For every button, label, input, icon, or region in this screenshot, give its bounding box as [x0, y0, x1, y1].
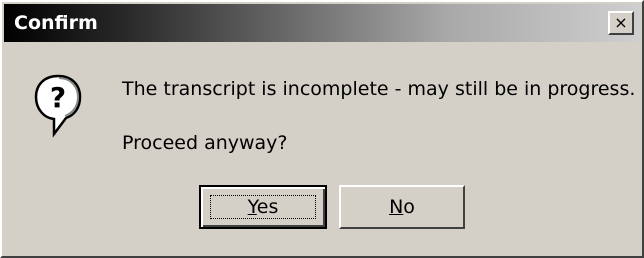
- confirm-dialog: Confirm × ? The transcript is incomplete…: [0, 0, 644, 258]
- no-button-label: No: [389, 196, 415, 218]
- yes-button[interactable]: Yes: [199, 185, 327, 229]
- message-line-1: The transcript is incomplete - may still…: [122, 78, 636, 100]
- svg-text:?: ?: [50, 81, 66, 114]
- yes-button-label: Yes: [248, 196, 279, 218]
- no-mnemonic: N: [389, 196, 404, 218]
- message-line-2: Proceed anyway?: [122, 132, 288, 154]
- close-icon: ×: [614, 13, 628, 32]
- dialog-title: Confirm: [14, 12, 98, 34]
- yes-mnemonic: Y: [247, 196, 257, 218]
- close-button[interactable]: ×: [608, 11, 634, 35]
- no-label-rest: o: [403, 196, 415, 218]
- no-button[interactable]: No: [339, 185, 465, 229]
- title-bar[interactable]: Confirm ×: [4, 4, 640, 42]
- yes-label-rest: es: [256, 196, 279, 218]
- question-mark-icon: ?: [32, 72, 84, 142]
